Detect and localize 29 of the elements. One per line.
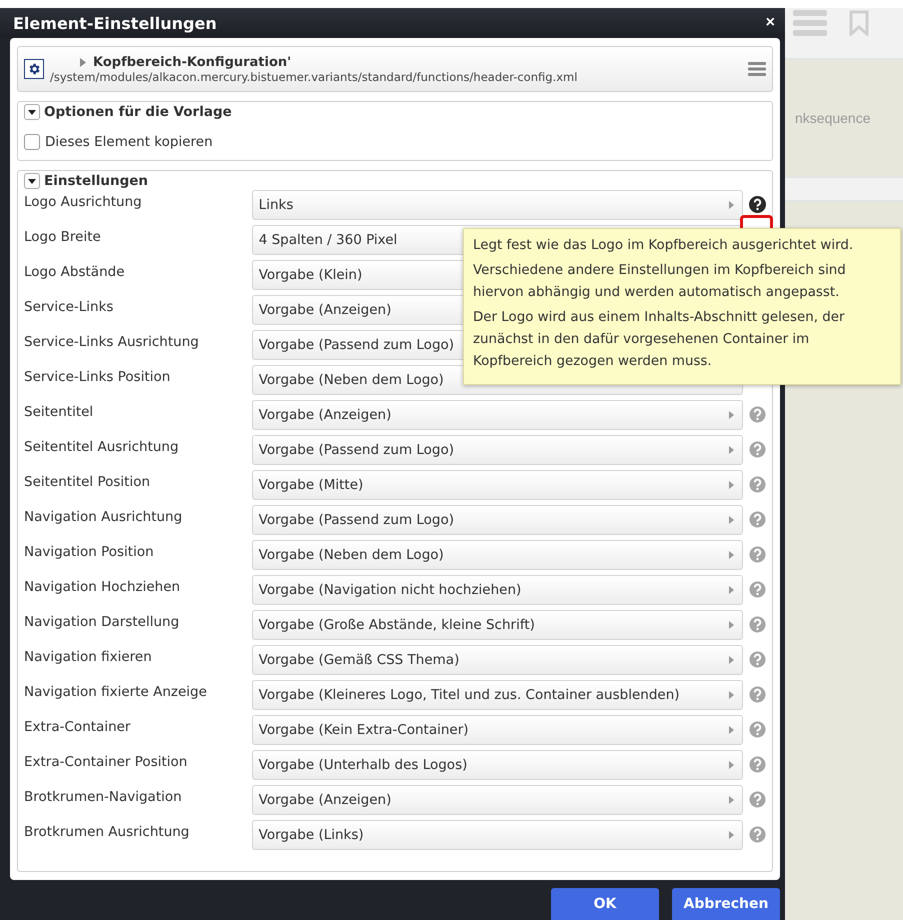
setting-label: Service-Links [24, 298, 114, 315]
setting-label: Extra-Container [24, 718, 132, 735]
setting-label: Logo Ausrichtung [24, 193, 143, 210]
setting-label: Navigation Hochziehen [24, 578, 182, 595]
setting-label: Extra-Container Position [24, 753, 188, 770]
setting-label: Brotkrumen Ausrichtung [24, 823, 190, 840]
checkbox-label: Dieses Element kopieren [45, 134, 213, 150]
section-title: Einstellungen [44, 173, 148, 189]
setting-label: Navigation Position [24, 543, 155, 560]
setting-label: Logo Breite [24, 228, 102, 245]
element-title: Kopfbereich-Konfiguration' [93, 54, 292, 70]
element-path: /system/modules/alkacon.mercury.bistuemer.variants/standard/functions/header-config.xml [50, 70, 578, 84]
background-text: nksequence [795, 110, 871, 126]
setting-label: Seitentitel Ausrichtung [24, 438, 180, 455]
setting-label: Seitentitel [24, 403, 94, 420]
window-title: Element-Einstellungen [13, 14, 217, 32]
setting-label: Seitentitel Position [24, 473, 152, 490]
section-title: Optionen für die Vorlage [44, 104, 232, 120]
setting-label: Navigation fixierte Anzeige [24, 683, 208, 700]
tooltip-text: Der Logo wird aus einem Inhalts-Abschnitt gelesen, der zunächst in den dafür vorgesehenen Container im Kopfbereich gezogen werden muss. [473, 309, 846, 371]
tooltip-text: Legt fest wie das Logo im Kopfbereich ausgerichtet wird. [473, 237, 854, 255]
setting-label: Service-Links Position [24, 368, 172, 385]
setting-label: Logo Abstände [24, 263, 126, 280]
setting-label: Navigation fixieren [24, 648, 153, 665]
setting-label: Service-Links Ausrichtung [24, 333, 200, 350]
setting-label: Navigation Darstellung [24, 613, 180, 630]
setting-label: Brotkrumen-Navigation [24, 788, 183, 805]
setting-label: Navigation Ausrichtung [24, 508, 184, 525]
tooltip-text: Verschiedene andere Einstellungen im Kopfbereich sind hiervon abhängig und werden automatisch angepasst. [473, 262, 847, 302]
